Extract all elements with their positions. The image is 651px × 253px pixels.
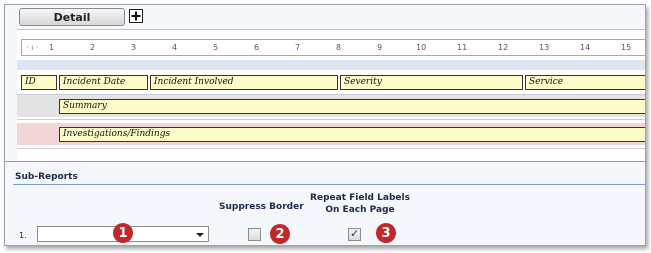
suppress-border-checkbox[interactable]: [248, 228, 261, 241]
ruler-number: 12: [498, 43, 509, 52]
report-designer-window: Detail · ı · 1 2 3 4 5 6 7 8 9 10 11 12 …: [4, 4, 646, 246]
sub-report-row-index: 1.: [19, 231, 27, 240]
field-label: ID: [25, 77, 36, 87]
add-section-button[interactable]: [129, 9, 143, 23]
field-label: Severity: [344, 77, 382, 87]
sub-reports-heading: Sub-Reports: [15, 172, 78, 182]
ruler-number: 10: [416, 43, 427, 52]
field-incident-involved[interactable]: Incident Involved: [150, 75, 338, 90]
dropdown-arrow-icon[interactable]: [196, 233, 204, 237]
suppress-border-column-header: Suppress Border: [219, 202, 304, 212]
field-summary[interactable]: Summary: [59, 99, 645, 114]
field-label: Investigations/Findings: [63, 129, 171, 139]
page-header-band: [17, 60, 645, 70]
investigations-row: Investigations/Findings: [17, 123, 645, 145]
ruler-number: 1: [49, 43, 55, 52]
ruler-number: 9: [377, 43, 383, 52]
callout-badge-3: 3: [376, 223, 396, 243]
detail-tab-label: Detail: [53, 10, 91, 24]
callout-badge-2: 2: [270, 224, 290, 244]
repeat-header-line2: On Each Page: [325, 205, 395, 215]
repeat-field-labels-checkbox[interactable]: ✓: [348, 227, 361, 241]
field-incident-date[interactable]: Incident Date: [59, 75, 148, 90]
repeat-field-labels-column-header: Repeat Field Labels On Each Page: [305, 192, 415, 216]
sub-reports-section: Sub-Reports Suppress Border Repeat Field…: [5, 161, 645, 245]
field-severity[interactable]: Severity: [340, 75, 523, 90]
row-divider: [17, 148, 645, 149]
ruler-number: 8: [336, 43, 342, 52]
ruler-number: 11: [457, 43, 468, 52]
field-id[interactable]: ID: [21, 75, 57, 90]
summary-row: Summary: [17, 95, 645, 117]
field-label: Summary: [63, 101, 107, 111]
ruler-number: 7: [295, 43, 301, 52]
plus-icon: [131, 11, 141, 21]
ruler-number: 14: [580, 43, 591, 52]
repeat-header-line1: Repeat Field Labels: [310, 193, 410, 203]
ruler-number: 2: [90, 43, 96, 52]
ruler-mark: · ı ·: [26, 43, 39, 52]
callout-badge-1: 1: [113, 223, 133, 243]
field-investigations-findings[interactable]: Investigations/Findings: [59, 127, 645, 142]
ruler-number: 5: [213, 43, 219, 52]
ruler-number: 4: [172, 43, 178, 52]
ruler-number: 13: [539, 43, 550, 52]
detail-design-surface: · ı · 1 2 3 4 5 6 7 8 9 10 11 12 13 14 1…: [17, 29, 645, 162]
field-service[interactable]: Service: [525, 75, 645, 90]
field-label: Incident Involved: [154, 77, 234, 87]
detail-tab[interactable]: Detail: [19, 8, 125, 26]
horizontal-ruler: · ı · 1 2 3 4 5 6 7 8 9 10 11 12 13 14 1…: [21, 39, 645, 56]
column-header-row: ID Incident Date Incident Involved Sever…: [17, 71, 645, 93]
row-divider: [17, 119, 645, 120]
field-label: Incident Date: [63, 77, 126, 87]
ruler-number: 6: [254, 43, 260, 52]
section-divider: [13, 184, 645, 185]
ruler-number: 15: [621, 43, 632, 52]
checkmark-icon: ✓: [350, 227, 360, 240]
field-label: Service: [529, 77, 564, 87]
ruler-number: 3: [131, 43, 137, 52]
